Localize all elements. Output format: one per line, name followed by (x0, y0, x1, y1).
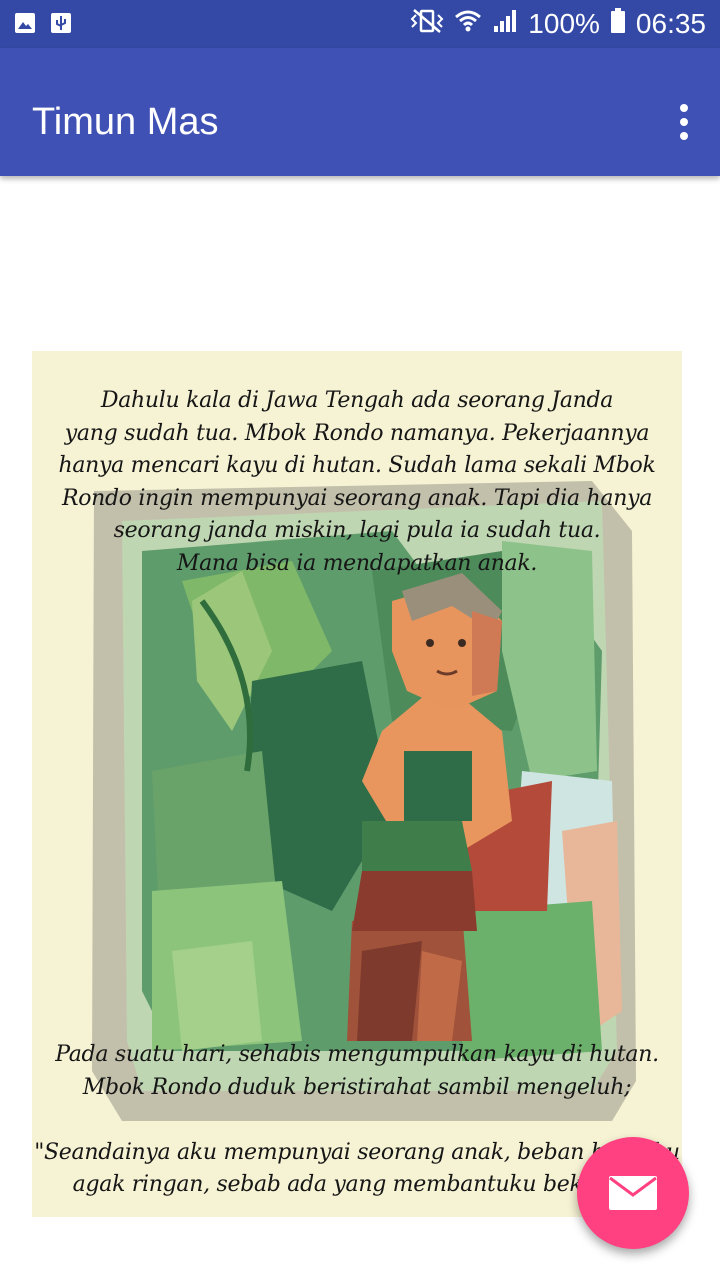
usb-icon (48, 10, 74, 36)
battery-icon (610, 7, 626, 41)
app-bar: Timun Mas (0, 48, 720, 176)
more-vert-icon[interactable] (672, 100, 696, 144)
vibrate-icon (410, 8, 444, 41)
story-paragraph-1: Dahulu kala di Jawa Tengah ada seorang J… (58, 388, 656, 576)
email-icon (609, 1176, 657, 1210)
status-bar: 100% 06:35 (0, 0, 720, 48)
app-title: Timun Mas (32, 101, 219, 143)
battery-level-text: 100% (528, 8, 600, 39)
image-icon (12, 10, 38, 36)
story-page: Dahulu kala di Jawa Tengah ada seorang J… (32, 351, 682, 1217)
wifi-icon (454, 8, 482, 41)
signal-icon (492, 8, 518, 41)
email-fab-button[interactable] (577, 1137, 689, 1249)
clock-text: 06:35 (635, 8, 706, 39)
